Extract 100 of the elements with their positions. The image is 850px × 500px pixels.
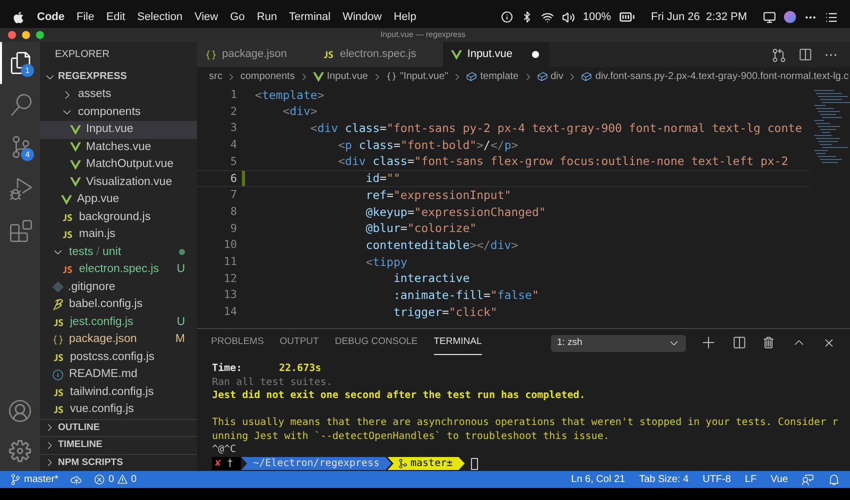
line-number: 10	[222, 237, 237, 254]
file-name: README.md	[69, 367, 138, 382]
compare-changes-icon[interactable]	[772, 48, 786, 62]
panel-tab[interactable]: TERMINAL	[434, 331, 482, 355]
apple-logo-icon[interactable]	[12, 10, 25, 24]
vue-file-icon	[70, 160, 81, 170]
feedback-icon[interactable]	[802, 474, 814, 486]
publish-icon[interactable]	[70, 474, 82, 486]
git-status-letter: M	[175, 332, 185, 348]
terminal-text: ^@^C	[212, 443, 238, 456]
workspace-header[interactable]: REGEXPRESS	[40, 67, 197, 86]
menu-item[interactable]: Help	[394, 8, 416, 26]
explorer-entry[interactable]: package.json M	[40, 331, 197, 348]
explorer-entry[interactable]: README.md	[40, 366, 197, 384]
editor-tab[interactable]: package.json	[197, 42, 314, 67]
explorer-folder[interactable]: assets	[40, 86, 197, 104]
explorer-folder[interactable]: tests / unit	[40, 244, 197, 261]
terminal-cursor	[470, 458, 478, 470]
terminal-select[interactable]: 1: zsh	[551, 334, 686, 352]
breadcrumb-item[interactable]: div	[550, 69, 564, 84]
explorer-entry[interactable]: tailwind.config.js	[40, 384, 197, 401]
menu-item[interactable]: View	[194, 8, 218, 26]
status-item[interactable]: LF	[744, 472, 757, 487]
explorer-entry[interactable]: App.vue	[40, 191, 197, 208]
error-icon	[94, 474, 106, 485]
file-name: App.vue	[77, 192, 120, 208]
split-editor-icon[interactable]	[798, 48, 812, 62]
status-item[interactable]: Ln 6, Col 21	[571, 472, 626, 487]
vue-file-icon	[312, 72, 324, 82]
activity-bar-item[interactable]: 4	[0, 126, 40, 168]
app-menu[interactable]: Code	[37, 8, 64, 26]
explorer-entry[interactable]: MatchOutput.vue	[40, 156, 197, 174]
javascript-file-icon	[322, 48, 335, 61]
line-number: 2	[229, 104, 237, 120]
git-status-letter: U	[176, 314, 185, 330]
menu-item[interactable]: Edit	[106, 8, 126, 26]
count-badge: 1	[21, 64, 34, 77]
status-item[interactable]: UTF-8	[702, 472, 731, 487]
run-debug-icon	[10, 178, 32, 200]
explorer-entry[interactable]: background.js	[40, 208, 197, 226]
prompt-path-segment: ~/Electron/regexpress	[241, 457, 392, 470]
breadcrumb-item[interactable]: Input.vue	[326, 69, 368, 84]
list-icon[interactable]	[825, 10, 838, 24]
menu-item[interactable]: Run	[256, 8, 277, 26]
warning-icon	[117, 474, 128, 485]
zoom-window-button[interactable]	[36, 31, 44, 39]
explorer-entry[interactable]: vue.config.js	[40, 401, 197, 418]
status-item[interactable]: Vue	[770, 472, 788, 487]
explorer-entry[interactable]: main.js	[40, 226, 197, 244]
explorer-entry[interactable]: jest.config.js U	[40, 314, 197, 331]
editor-tab[interactable]: Input.vue	[443, 42, 550, 67]
sidebar-title: EXPLORER	[55, 48, 110, 62]
explorer-entry[interactable]: .gitignore	[40, 278, 197, 296]
menubar-clock[interactable]: Fri Jun 26 2:32 PM	[651, 8, 747, 26]
menu-item[interactable]: Go	[230, 8, 245, 26]
explorer-entry[interactable]: babel.config.js	[40, 296, 197, 314]
problems-status[interactable]: 0 0	[94, 472, 137, 487]
info-file-icon	[52, 368, 64, 381]
branch-icon	[10, 474, 21, 485]
bell-icon[interactable]	[828, 474, 840, 486]
close-window-button[interactable]	[8, 31, 16, 39]
settings-icon[interactable]	[9, 440, 31, 462]
account-icon[interactable]	[9, 400, 31, 422]
panel-tab[interactable]: PROBLEMS	[211, 331, 264, 355]
menu-item[interactable]: File	[76, 8, 94, 26]
file-name: tailwind.config.js	[70, 384, 154, 400]
file-name: electron.spec.js	[79, 262, 159, 278]
prompt-branch-segment: master±	[388, 457, 465, 470]
status-item[interactable]: Tab Size: 4	[639, 472, 689, 487]
minimize-window-button[interactable]	[22, 31, 30, 39]
volume-icon[interactable]	[562, 10, 575, 24]
explorer-entry[interactable]: electron.spec.js U	[40, 261, 197, 278]
breadcrumb-item[interactable]: div.font-sans.py-2.px-4.text-gray-900.font-normal.text-lg.c	[595, 69, 849, 84]
assistant-icon[interactable]	[784, 11, 796, 23]
explorer-folder[interactable]: components	[40, 104, 197, 121]
info-circle-icon[interactable]	[500, 11, 513, 23]
explorer-entry[interactable]: postcss.config.js	[40, 348, 197, 366]
menu-item[interactable]: Terminal	[289, 8, 331, 26]
menu-item[interactable]: Selection	[137, 8, 182, 26]
breadcrumb-item[interactable]: template	[480, 69, 519, 84]
trash-icon[interactable]	[762, 336, 776, 350]
split-terminal-icon[interactable]	[732, 336, 746, 350]
folder-name: components	[78, 104, 141, 120]
terminal-text: 22.673s	[279, 362, 322, 374]
breadcrumb-item[interactable]: components	[240, 69, 295, 84]
branch-status[interactable]: master*	[10, 472, 58, 487]
panel-tab[interactable]: DEBUG CONSOLE	[334, 331, 418, 355]
screen-icon[interactable]	[763, 10, 776, 24]
wifi-icon[interactable]	[540, 10, 554, 24]
new-terminal-icon[interactable]	[702, 336, 716, 350]
breadcrumb-item[interactable]: src	[209, 69, 222, 84]
explorer-entry[interactable]: Input.vue	[40, 121, 197, 138]
explorer-entry[interactable]: Visualization.vue	[40, 174, 197, 191]
menu-item[interactable]: Window	[342, 8, 382, 26]
line-number: 5	[229, 154, 237, 170]
line-number: 14	[222, 304, 237, 320]
editor-tab[interactable]: electron.spec.js	[314, 42, 444, 67]
breadcrumb-item[interactable]: "Input.vue"	[400, 69, 448, 84]
panel-tab[interactable]: OUTPUT	[280, 331, 319, 355]
explorer-entry[interactable]: Matches.vue	[40, 138, 197, 156]
